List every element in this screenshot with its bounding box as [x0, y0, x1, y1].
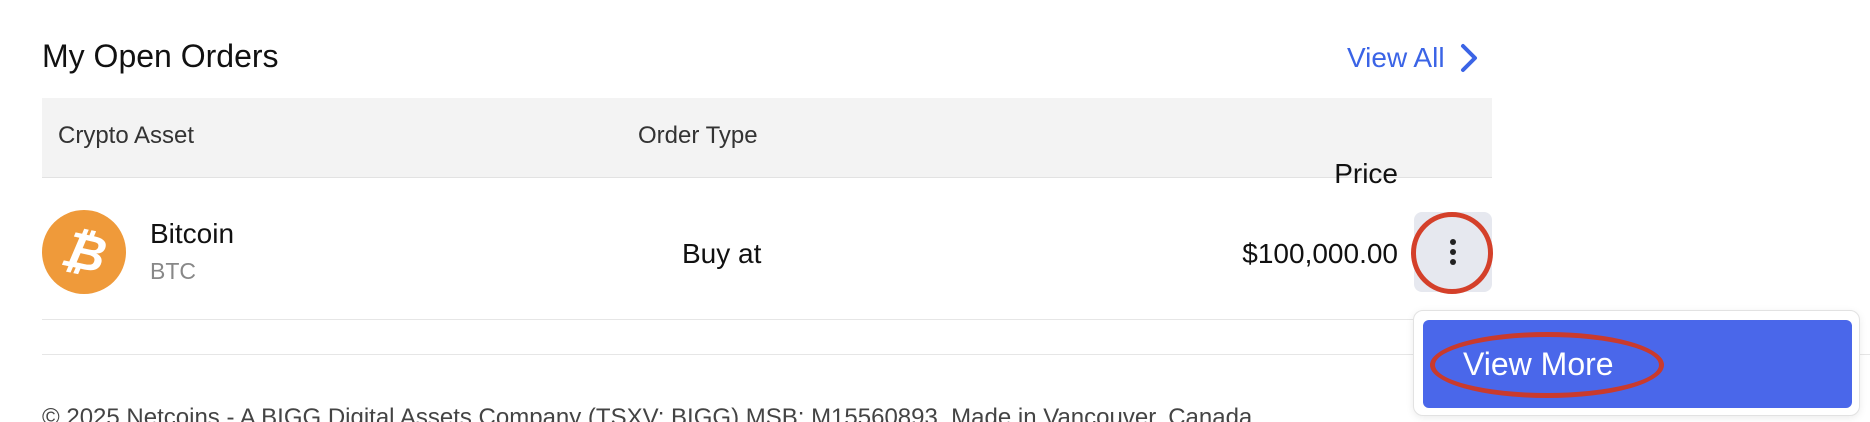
bitcoin-icon: ₿ [42, 210, 126, 294]
asset-name: Bitcoin [150, 218, 235, 249]
price-value: $100,000.00 [1242, 238, 1398, 269]
table-row: ₿ Bitcoin BTC Buy at $100,000.00 [42, 178, 1492, 320]
table-header: Crypto Asset Order Type Price [42, 98, 1492, 189]
view-all-link[interactable]: View All [1347, 42, 1479, 74]
view-all-label: View All [1347, 42, 1445, 73]
view-more-menu-item[interactable]: View More [1423, 320, 1852, 408]
row-actions-button[interactable] [1414, 212, 1492, 292]
page-title: My Open Orders [42, 38, 279, 74]
order-type-value: Buy at [682, 238, 762, 269]
row-actions-menu: View More [1413, 310, 1860, 416]
column-header-order-type: Order Type [638, 122, 758, 149]
footer-copyright: © 2025 Netcoins - A BIGG Digital Assets … [42, 404, 1259, 422]
asset-symbol: BTC [150, 258, 196, 284]
more-vertical-icon [1450, 239, 1456, 265]
chevron-right-icon [1460, 44, 1477, 72]
column-header-asset: Crypto Asset [58, 122, 195, 149]
